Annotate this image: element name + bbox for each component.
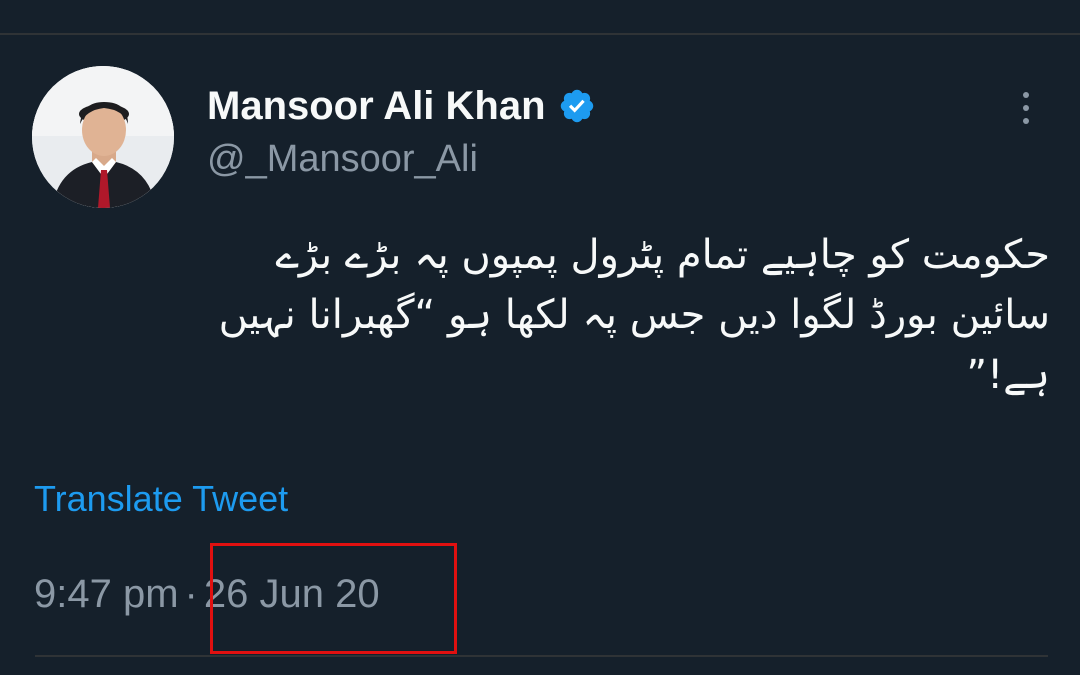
- author-avatar[interactable]: [32, 66, 174, 208]
- author-handle[interactable]: @_Mansoor_Ali: [207, 138, 478, 181]
- verified-badge-icon: [558, 87, 596, 125]
- top-divider: [0, 33, 1080, 35]
- more-dot: [1023, 118, 1029, 124]
- bottom-divider: [35, 655, 1048, 657]
- date-highlight-box: [210, 543, 457, 654]
- meta-separator: ·: [184, 572, 198, 616]
- translate-tweet-link[interactable]: Translate Tweet: [34, 478, 288, 520]
- more-dot: [1023, 105, 1029, 111]
- tweet-time[interactable]: 9:47 pm: [34, 572, 179, 616]
- avatar-image: [32, 66, 174, 208]
- more-dot: [1023, 92, 1029, 98]
- author-name-row: Mansoor Ali Khan: [207, 80, 596, 132]
- author-display-name[interactable]: Mansoor Ali Khan: [207, 84, 546, 129]
- more-vertical-icon[interactable]: [1011, 88, 1041, 128]
- tweet-text: حکومت کو چاہیے تمام پٹرول پمپوں پہ بڑے ب…: [218, 232, 1050, 398]
